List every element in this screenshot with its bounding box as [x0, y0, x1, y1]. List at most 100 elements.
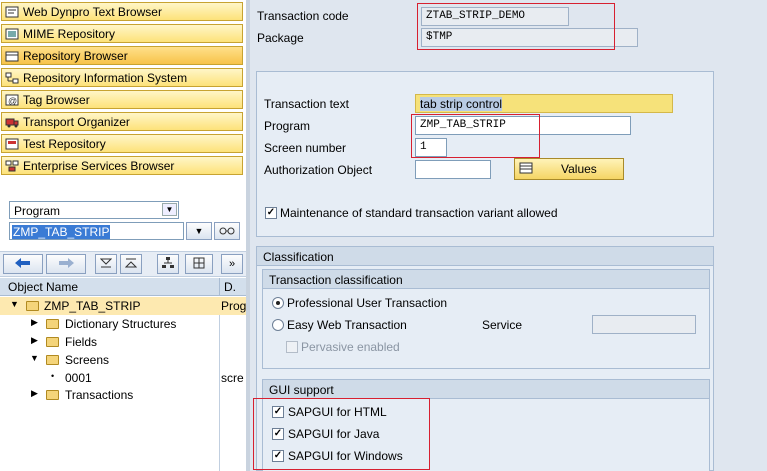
expanded-arrow-icon: ▼ [10, 299, 19, 309]
service-field [592, 315, 696, 334]
nav-mime-repository[interactable]: MIME Repository [1, 24, 243, 43]
hierarchy-button[interactable] [157, 254, 179, 274]
tcode-label: Transaction code [257, 9, 349, 23]
gui-support-header: GUI support [263, 380, 709, 399]
collapse-button[interactable] [95, 254, 117, 274]
authorization-object-field[interactable] [415, 160, 491, 179]
repository-icon [4, 49, 20, 63]
program-label: Program [264, 119, 311, 133]
tree-row-screen-0001[interactable]: • 0001 scre [0, 369, 246, 387]
arrow-right-icon [58, 257, 74, 271]
nav-repository-information-system[interactable]: Repository Information System [1, 68, 243, 87]
package-label: Package [257, 31, 304, 45]
nav-label: Test Repository [23, 136, 106, 151]
tree-row-transactions[interactable]: ▶ Transactions [0, 386, 246, 404]
values-button[interactable]: Values [514, 158, 624, 180]
transaction-classification-group: Transaction classification Professional … [262, 269, 710, 369]
tree-row-root[interactable]: ▼ ZMP_TAB_STRIP Prog [0, 297, 246, 315]
tree-row-label: Fields [65, 335, 98, 349]
transaction-text-field[interactable]: tab strip control [415, 94, 673, 113]
test-icon [4, 137, 20, 151]
svg-text:@: @ [8, 96, 17, 106]
folder-open-icon [26, 301, 39, 311]
object-name-dropdown-button[interactable]: ▼ [186, 222, 212, 240]
transaction-classification-header: Transaction classification [263, 270, 709, 289]
easy-web-label: Easy Web Transaction [287, 318, 407, 332]
highlight-box-program [411, 114, 540, 158]
collapsed-arrow-icon: ▶ [31, 335, 38, 345]
tree-header-name: Object Name [8, 280, 79, 294]
mime-icon [4, 27, 20, 41]
easy-web-radio[interactable] [272, 319, 284, 331]
services-icon [4, 159, 20, 173]
tree-row-label: 0001 [65, 371, 92, 385]
folder-icon [46, 337, 59, 347]
classification-header: Classification [257, 247, 713, 266]
tree-row-fields[interactable]: ▶ Fields [0, 333, 246, 351]
collapsed-arrow-icon: ▶ [31, 317, 38, 327]
tree-row-label: Transactions [65, 388, 134, 402]
forward-button[interactable] [46, 254, 86, 274]
screen-number-label: Screen number [264, 141, 347, 155]
authorization-object-label: Authorization Object [264, 163, 373, 177]
tree-header: Object Name D. [0, 278, 246, 296]
values-button-label: Values [561, 162, 597, 176]
object-type-value: Program [14, 204, 61, 218]
tree-row-label: Dictionary Structures [65, 317, 177, 331]
nav-label: Repository Browser [23, 48, 128, 63]
folder-icon [46, 319, 59, 329]
display-object-button[interactable] [214, 222, 240, 240]
chevron-down-icon: ▼ [194, 226, 204, 236]
professional-radio[interactable] [272, 297, 284, 309]
professional-label: Professional User Transaction [287, 296, 448, 310]
back-button[interactable] [3, 254, 43, 274]
expanded-arrow-icon: ▼ [30, 353, 39, 363]
nav-label: Enterprise Services Browser [23, 158, 175, 173]
tree-row-label: Screens [65, 353, 110, 367]
service-label: Service [482, 318, 523, 332]
object-type-select[interactable]: Program ▼ [9, 201, 179, 219]
expand-button[interactable] [120, 254, 142, 274]
glasses-icon [219, 224, 235, 238]
object-name-field[interactable]: ZMP_TAB_STRIP [9, 222, 184, 240]
pervasive-checkbox[interactable] [286, 341, 298, 353]
nav-label: Repository Information System [23, 70, 188, 85]
nav-tag-browser[interactable]: @ Tag Browser [1, 90, 243, 109]
nav-enterprise-services-browser[interactable]: Enterprise Services Browser [1, 156, 243, 175]
nav-test-repository[interactable]: Test Repository [1, 134, 243, 153]
chevron-down-icon[interactable]: ▼ [162, 203, 177, 216]
radio-dot [276, 301, 280, 305]
truck-icon [4, 115, 20, 129]
tree-row-screens[interactable]: ▼ Screens [0, 351, 246, 369]
nav-label: Tag Browser [23, 92, 90, 107]
pervasive-label: Pervasive enabled [301, 340, 400, 354]
transaction-detail-pane: Transaction code ZTAB_STRIP_DEMO Package… [246, 0, 767, 471]
tree-header-desc: D. [224, 280, 236, 294]
tree-row-desc: Prog [221, 299, 247, 313]
collapsed-arrow-icon: ▶ [31, 388, 38, 398]
grid-icon [193, 257, 205, 272]
more-button[interactable]: » [221, 254, 243, 274]
collapse-icon [99, 257, 113, 272]
more-icon: » [228, 258, 236, 270]
highlight-box-gui [253, 398, 430, 470]
settings-button[interactable] [185, 254, 213, 274]
info-system-icon [4, 71, 20, 85]
tree-row-label: ZMP_TAB_STRIP [44, 299, 141, 313]
nav-label: Transport Organizer [23, 114, 130, 129]
folder-open-icon [46, 355, 59, 365]
tree-row-dictionary[interactable]: ▶ Dictionary Structures [0, 315, 246, 333]
folder-icon [46, 390, 59, 400]
nav-repository-browser[interactable]: Repository Browser [1, 46, 243, 65]
transaction-attributes-group: Transaction text tab strip control Progr… [256, 71, 714, 237]
maintenance-checkbox[interactable]: ✓ [265, 207, 277, 219]
arrow-left-icon [15, 257, 31, 271]
values-icon [519, 162, 533, 177]
nav-web-dynpro-text-browser[interactable]: Web Dynpro Text Browser [1, 2, 243, 21]
left-pane: Web Dynpro Text Browser MIME Repository … [0, 0, 246, 471]
transaction-text-label: Transaction text [264, 97, 349, 111]
tree-row-desc: scre [221, 371, 244, 385]
expand-icon [124, 257, 138, 272]
nav-transport-organizer[interactable]: Transport Organizer [1, 112, 243, 131]
highlight-box-tcode [417, 3, 615, 50]
